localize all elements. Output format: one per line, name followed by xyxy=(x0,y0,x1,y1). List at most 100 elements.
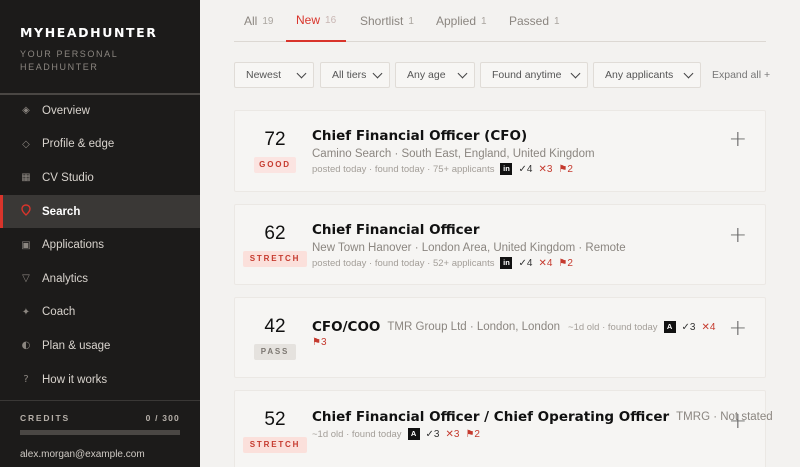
tier-select[interactable]: All tiers xyxy=(320,62,390,88)
chevron-down-icon xyxy=(457,68,468,79)
sidebar-item-label: Coach xyxy=(42,306,76,319)
match-score: 62 xyxy=(264,223,286,244)
tab-new[interactable]: New 16 xyxy=(286,0,347,42)
tab-applied[interactable]: Applied 1 xyxy=(426,0,497,42)
tab-label: Shortlist xyxy=(360,14,404,28)
tier-badge: GOOD xyxy=(254,157,296,173)
flag-count: ⚑3 xyxy=(312,337,327,348)
user-email[interactable]: alex.morgan@example.com xyxy=(20,449,145,460)
job-header-line: CFO/COO TMR Group Ltd · London, London ~… xyxy=(312,319,721,335)
expand-card-button[interactable]: + xyxy=(729,318,747,340)
sidebar: MYHEADHUNTER YOUR PERSONAL HEADHUNTER ◈ … xyxy=(0,0,200,467)
tier-badge: PASS xyxy=(254,344,296,360)
sidebar-item-label: Plan & usage xyxy=(42,339,111,352)
source-badge-icon: A xyxy=(407,428,420,440)
tab-shortlist[interactable]: Shortlist 1 xyxy=(350,0,424,42)
credits-label: CREDITS xyxy=(20,413,70,423)
tier-badge: STRETCH xyxy=(243,251,307,267)
job-header-line: Chief Financial Officer / Chief Operatin… xyxy=(312,409,773,425)
sidebar-item-applications[interactable]: ▣ Applications xyxy=(0,228,200,262)
sidebar-item-label: Search xyxy=(42,205,81,218)
job-meta: posted today · found today · 75+ applica… xyxy=(312,163,573,175)
sidebar-item-profile[interactable]: ◇ Profile & edge xyxy=(0,128,200,162)
sidebar-item-cv-studio[interactable]: ▦ CV Studio xyxy=(0,161,200,195)
expand-card-button[interactable]: + xyxy=(729,411,747,433)
tab-count: 1 xyxy=(408,15,414,27)
tier-badge: STRETCH xyxy=(243,437,307,453)
tab-count: 16 xyxy=(325,14,337,26)
sidebar-item-coach[interactable]: ✦ Coach xyxy=(0,296,200,330)
flag-count: ⚑2 xyxy=(558,163,573,175)
job-title[interactable]: Chief Financial Officer (CFO) xyxy=(312,128,527,144)
found-select[interactable]: Found anytime xyxy=(480,62,588,88)
job-company-location: New Town Hanover · London Area, United K… xyxy=(312,242,626,254)
job-meta: ~1d old · found today A ✓3 ✕3 ⚑2 xyxy=(312,428,480,440)
diamond-outline-icon: ◇ xyxy=(22,138,30,150)
sidebar-nav: ◈ Overview ◇ Profile & edge ▦ CV Studio … xyxy=(0,94,200,396)
brand-logo[interactable]: MYHEADHUNTER xyxy=(20,25,158,40)
job-title[interactable]: Chief Financial Officer / Chief Operatin… xyxy=(312,409,669,425)
sort-select[interactable]: Newest xyxy=(234,62,314,88)
job-card[interactable]: 72 GOOD Chief Financial Officer (CFO) Ca… xyxy=(234,110,766,192)
half-circle-icon: ◐ xyxy=(21,340,31,352)
job-posted: posted today · found today · 52+ applica… xyxy=(312,257,495,269)
sidebar-item-analytics[interactable]: ▽ Analytics xyxy=(0,262,200,296)
tab-all[interactable]: All 19 xyxy=(234,0,283,42)
expand-card-button[interactable]: + xyxy=(729,225,747,247)
job-company-location: Camino Search · South East, England, Uni… xyxy=(312,148,595,160)
job-posted: posted today · found today · 75+ applica… xyxy=(312,163,495,175)
match-score: 42 xyxy=(264,316,286,337)
match-count: ✓3 xyxy=(681,321,696,333)
credits-count: 0 / 300 xyxy=(145,413,180,423)
square-outline-icon: ▣ xyxy=(21,239,31,251)
gap-count: ✕3 xyxy=(538,163,553,175)
brand-tagline: YOUR PERSONAL HEADHUNTER xyxy=(20,49,118,72)
applicants-select[interactable]: Any applicants xyxy=(593,62,701,88)
match-count: ✓4 xyxy=(518,257,533,269)
location-pin-icon xyxy=(20,204,32,219)
source-badge-icon: A xyxy=(663,321,676,333)
gap-count: ✕3 xyxy=(445,428,460,440)
triangle-down-icon: ▽ xyxy=(22,273,30,285)
tab-count: 1 xyxy=(554,15,560,27)
chevron-down-icon xyxy=(296,68,307,79)
sidebar-divider xyxy=(0,400,200,401)
tier-select-value: All tiers xyxy=(332,69,367,81)
job-posted: ~1d old · found today xyxy=(312,428,402,440)
tab-count: 1 xyxy=(481,15,487,27)
age-select-value: Any age xyxy=(407,69,446,81)
sidebar-item-label: Profile & edge xyxy=(42,138,115,151)
sidebar-item-plan-usage[interactable]: ◐ Plan & usage xyxy=(0,329,200,363)
job-meta: ⚑3 xyxy=(312,337,327,348)
gap-count: ✕4 xyxy=(701,321,716,333)
tab-passed[interactable]: Passed 1 xyxy=(499,0,570,42)
sidebar-item-label: How it works xyxy=(42,373,108,386)
expand-all-button[interactable]: Expand all + xyxy=(712,62,770,88)
job-company-location: TMR Group Ltd · London, London xyxy=(387,321,561,333)
tab-label: New xyxy=(296,13,321,27)
sort-select-value: Newest xyxy=(246,69,282,81)
job-card[interactable]: 42 PASS CFO/COO TMR Group Ltd · London, … xyxy=(234,297,766,378)
applicants-select-value: Any applicants xyxy=(605,69,674,81)
found-select-value: Found anytime xyxy=(492,69,562,81)
credits-progress-bar xyxy=(20,430,180,435)
expand-card-button[interactable]: + xyxy=(729,129,747,151)
sidebar-item-label: Applications xyxy=(42,239,105,252)
sidebar-item-how-it-works[interactable]: ? How it works xyxy=(0,363,200,397)
tab-count: 19 xyxy=(262,15,274,27)
tab-label: Applied xyxy=(436,14,477,28)
chevron-down-icon xyxy=(683,68,694,79)
sidebar-item-search[interactable]: Search xyxy=(0,194,200,229)
sidebar-item-label: CV Studio xyxy=(42,171,94,184)
job-card[interactable]: 62 STRETCH Chief Financial Officer New T… xyxy=(234,204,766,285)
job-title[interactable]: CFO/COO xyxy=(312,319,380,335)
match-count: ✓4 xyxy=(518,163,533,175)
age-select[interactable]: Any age xyxy=(395,62,475,88)
job-title[interactable]: Chief Financial Officer xyxy=(312,222,479,238)
sidebar-item-overview[interactable]: ◈ Overview xyxy=(0,94,200,128)
job-card[interactable]: 52 STRETCH Chief Financial Officer / Chi… xyxy=(234,390,773,467)
chevron-down-icon xyxy=(570,68,581,79)
match-count: ✓3 xyxy=(425,428,440,440)
linkedin-icon: in xyxy=(500,163,513,175)
square-icon: ▦ xyxy=(21,172,31,184)
